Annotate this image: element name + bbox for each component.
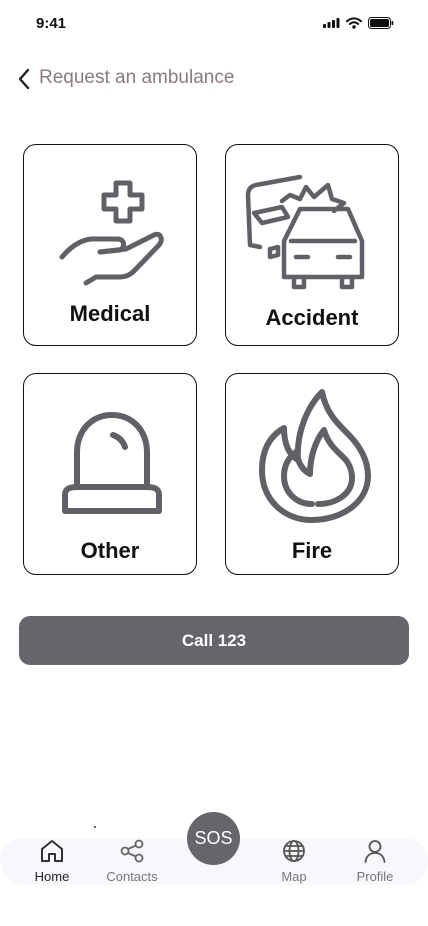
status-time: 9:41 bbox=[36, 15, 67, 32]
car-accident-icon bbox=[245, 174, 365, 290]
share-icon bbox=[120, 839, 144, 863]
wifi-icon bbox=[346, 17, 362, 29]
nav-item-profile[interactable]: Profile bbox=[340, 838, 410, 884]
sos-button[interactable]: SOS bbox=[187, 812, 240, 865]
nav-label-contacts: Contacts bbox=[106, 869, 158, 884]
nav-label-home: Home bbox=[34, 869, 70, 884]
status-bar: 9:41 bbox=[0, 0, 428, 48]
flame-icon bbox=[259, 389, 371, 523]
fire-label: Fire bbox=[291, 538, 333, 563]
other-card[interactable]: Other bbox=[23, 373, 197, 575]
nav-item-contacts[interactable]: Contacts bbox=[97, 838, 167, 884]
battery-icon bbox=[368, 17, 394, 29]
page-title: Request an ambulance bbox=[39, 67, 235, 88]
medical-hand-icon bbox=[59, 180, 164, 286]
back-button[interactable] bbox=[12, 66, 36, 92]
nav-item-home[interactable]: Home bbox=[17, 838, 87, 884]
call-button[interactable]: Call 123 bbox=[19, 616, 409, 665]
status-icons bbox=[323, 17, 394, 29]
fire-card[interactable]: Fire bbox=[225, 373, 399, 575]
nav-item-map[interactable]: Map bbox=[259, 838, 329, 884]
home-icon bbox=[41, 840, 63, 862]
accident-card[interactable]: Accident bbox=[225, 144, 399, 346]
accident-label: Accident bbox=[265, 305, 359, 330]
siren-icon bbox=[62, 412, 162, 514]
nav-label-profile: Profile bbox=[356, 869, 394, 884]
chevron-left-icon bbox=[18, 68, 30, 90]
header: Request an ambulance bbox=[0, 58, 428, 98]
other-label: Other bbox=[80, 538, 140, 563]
globe-icon bbox=[283, 840, 305, 862]
user-icon bbox=[364, 840, 386, 863]
medical-label: Medical bbox=[69, 301, 151, 326]
nav-label-map: Map bbox=[281, 869, 307, 884]
decorative-dot bbox=[94, 826, 96, 828]
medical-card[interactable]: Medical bbox=[23, 144, 197, 346]
signal-icon bbox=[323, 18, 340, 28]
